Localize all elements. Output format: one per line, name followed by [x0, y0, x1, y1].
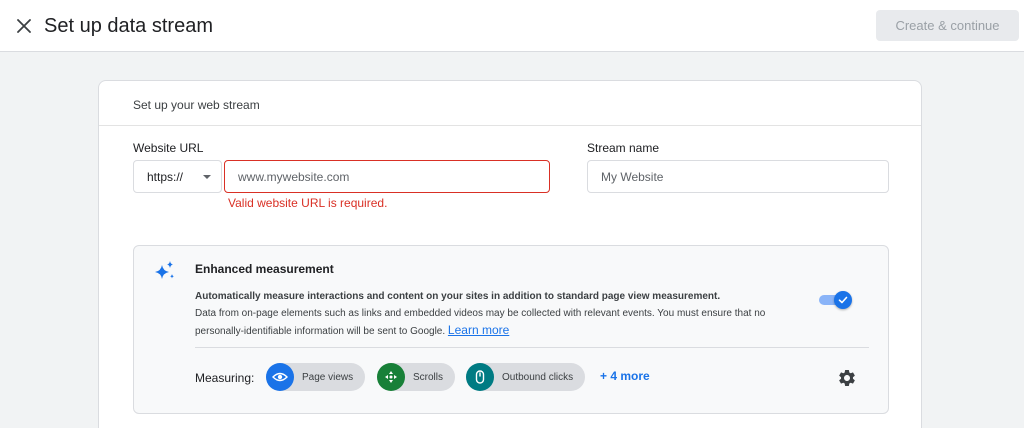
protocol-select[interactable]: https:// [133, 160, 222, 193]
chip-page-views[interactable]: Page views [266, 363, 366, 391]
card-divider [99, 125, 921, 126]
eye-icon [266, 363, 294, 391]
panel-divider [195, 347, 869, 348]
gear-icon [839, 370, 855, 386]
dropdown-arrow-icon [203, 175, 211, 179]
chip-label: Page views [302, 371, 354, 383]
protocol-value: https:// [147, 169, 184, 184]
close-button[interactable] [12, 14, 36, 38]
url-error-message: Valid website URL is required. [228, 196, 388, 210]
close-icon [17, 19, 31, 33]
chip-label: Scrolls [413, 371, 444, 383]
website-url-input[interactable] [224, 160, 550, 193]
stream-name-label: Stream name [587, 141, 660, 155]
enhanced-measurement-summary: Automatically measure interactions and c… [195, 291, 721, 302]
web-stream-card: Set up your web stream Website URL https… [98, 80, 922, 428]
enhanced-measurement-panel: Enhanced measurement Automatically measu… [133, 245, 889, 414]
toggle-thumb [834, 291, 852, 309]
scroll-icon [377, 363, 405, 391]
page-title: Set up data stream [44, 15, 213, 37]
card-heading: Set up your web stream [133, 98, 260, 112]
top-bar: Set up data stream Create & continue [0, 0, 1024, 52]
more-events-link[interactable]: + 4 more [600, 369, 650, 383]
stream-name-input[interactable] [587, 160, 889, 193]
settings-button[interactable] [837, 368, 857, 388]
sparkle-icon [155, 261, 174, 279]
chip-outbound-clicks[interactable]: Outbound clicks [466, 363, 586, 391]
chip-label: Outbound clicks [502, 371, 574, 383]
enhanced-measurement-title: Enhanced measurement [195, 262, 334, 276]
measuring-label: Measuring: [195, 371, 255, 385]
website-url-label: Website URL [133, 141, 204, 155]
mouse-icon [466, 363, 494, 391]
create-continue-button[interactable]: Create & continue [876, 10, 1019, 41]
enhanced-measurement-description: Data from on-page elements such as links… [195, 306, 815, 340]
check-icon [838, 296, 848, 304]
learn-more-link[interactable]: Learn more [448, 323, 509, 337]
enhanced-measurement-toggle[interactable] [819, 291, 852, 309]
chip-scrolls[interactable]: Scrolls [377, 363, 456, 391]
